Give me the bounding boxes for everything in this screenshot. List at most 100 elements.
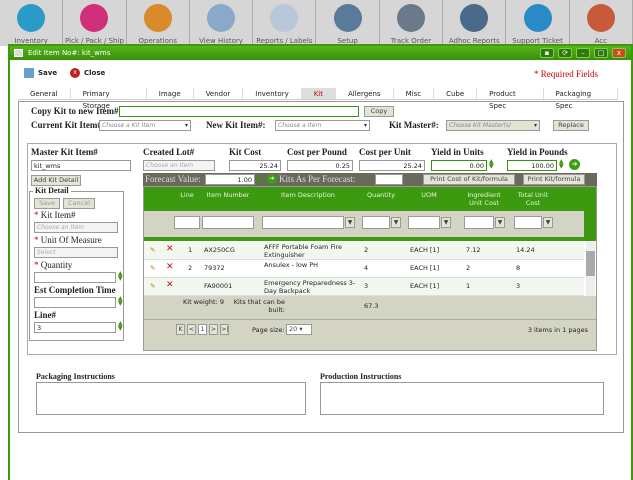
kits-forecast-input[interactable] [375,174,403,185]
new-kit-select[interactable]: Choose a Item ▾ [275,120,370,131]
nav-item[interactable]: Reports / Labels [253,0,317,46]
maximize-button[interactable]: □ [594,48,608,58]
nav-icon [17,4,46,32]
tab-general[interactable]: General [18,88,71,99]
table-row[interactable]: ✎ ✕ FA90001 Emergency Preparedness 3-Day Ba… [144,278,584,296]
print-cost-button[interactable]: Print Cost of Kit/formula [423,174,515,185]
close-window-button[interactable]: x [612,48,626,58]
est-completion-stepper[interactable]: ▲ ▼ [118,296,123,307]
add-kit-detail-button[interactable]: Add Kit Detail [31,175,81,186]
col-header-uom[interactable]: UOM [406,191,452,199]
forecast-stepper[interactable]: ▲ ▼ [257,174,262,185]
cost-per-unit-input[interactable]: 25.24 [359,160,425,171]
nav-item[interactable]: Setup [316,0,380,46]
filter-icon[interactable]: ▼ [345,217,355,228]
col-header-quantity[interactable]: Quantity [360,191,402,199]
filter-icon[interactable]: ▼ [495,217,505,228]
filter-icon[interactable]: ▼ [391,217,401,228]
nav-item[interactable]: Operations [127,0,190,46]
uom-select[interactable]: Select [34,247,118,258]
filter-input-line[interactable] [174,216,200,229]
col-header-line[interactable]: Line [172,191,202,199]
tab-primary-storage[interactable]: Primary Storage [71,88,147,110]
window-titlebar[interactable]: Edit Item No#: kit_wms [10,46,631,60]
go-arrow-icon[interactable]: ➜ [569,159,580,170]
tab-cube[interactable]: Cube [434,88,478,99]
prev-page-button[interactable]: < [187,324,196,335]
kit-item-select[interactable]: Choose an Item [34,222,118,233]
yield-pounds-stepper[interactable]: ▲ ▼ [559,159,564,170]
packaging-textarea[interactable] [36,382,306,415]
tab-allergens[interactable]: Allergens [336,88,394,99]
next-page-button[interactable]: > [209,324,218,335]
filter-input-item-number[interactable] [202,216,254,229]
quantity-input[interactable] [34,272,116,283]
est-completion-input[interactable] [34,297,116,308]
tab-vendor[interactable]: Vendor [194,88,244,99]
nav-item[interactable]: Track Order [380,0,444,46]
copy-button[interactable]: Copy [364,106,394,117]
filter-input-quantity[interactable] [362,216,390,229]
current-page[interactable]: 1 [198,324,207,335]
cost-per-pound-input[interactable]: 0.25 [287,160,353,171]
edit-icon[interactable]: ✎ [150,282,155,290]
edit-icon[interactable]: ✎ [150,246,155,254]
quantity-stepper[interactable]: ▲ ▼ [118,271,123,282]
line-input[interactable]: 3 [34,322,116,333]
page-size-select[interactable]: 20 ▾ [286,324,312,335]
filter-icon[interactable]: ▼ [441,217,451,228]
master-kit-input[interactable]: kit_wms [31,160,131,171]
nav-item[interactable]: View History [190,0,254,46]
filter-input-total-cost[interactable] [514,216,542,229]
line-stepper[interactable]: ▲ ▼ [118,321,123,332]
close-button[interactable]: x Close [70,68,105,78]
table-row[interactable]: ✎ ✕ 2 79372 Ansulex - low PH 4 EACH [1] 2 8 [144,260,584,278]
nav-item[interactable]: Acc [570,0,633,46]
grid-scrollbar[interactable] [586,241,595,296]
table-row[interactable]: ✎ ✕ 1 AX250CG AFFF Portable Foam Fire Exting… [144,242,584,260]
col-header-item-number[interactable]: Item Number [200,191,256,199]
detail-save-button[interactable]: Save [34,198,60,209]
save-button[interactable]: Save [24,68,57,78]
tab-kit[interactable]: Kit [301,88,336,99]
first-page-button[interactable]: K [176,324,185,335]
edit-icon[interactable]: ✎ [150,264,155,272]
filter-input-ingredient-cost[interactable] [464,216,494,229]
last-page-button[interactable]: >| [220,324,229,335]
col-header-item-description[interactable]: Item Description [260,191,356,199]
delete-icon[interactable]: ✕ [166,262,174,272]
replace-button[interactable]: Replace [553,120,589,131]
filter-input-uom[interactable] [408,216,440,229]
detail-cancel-button[interactable]: Cancel [63,198,95,209]
tab-product-spec[interactable]: Product Spec [477,88,544,110]
current-kit-select[interactable]: Choose a Kit Item ▾ [99,120,191,131]
yield-pounds-input[interactable]: 100.00 [507,160,557,171]
kit-cost-input[interactable]: 25.24 [229,160,281,171]
nav-item[interactable]: Support Ticket [506,0,570,46]
tab-image[interactable]: Image [147,88,194,99]
nav-item[interactable]: Pick / Pack / Ship [63,0,127,46]
col-header-ingredient-cost[interactable]: Ingredient Unit Cost [462,191,506,207]
pin-icon[interactable]: ▪ [540,48,554,58]
go-arrow-icon[interactable]: ➜ [267,174,277,184]
tab-inventory[interactable]: Inventory [243,88,302,99]
filter-input-item-description[interactable] [262,216,344,229]
minimize-button[interactable]: – [576,48,590,58]
refresh-icon[interactable]: ⟳ [558,48,572,58]
col-header-total-cost[interactable]: Total Unit Cost [512,191,554,207]
tab-packaging-spec[interactable]: Packaging Spec [544,88,618,110]
yield-units-stepper[interactable]: ▲ ▼ [489,159,494,170]
nav-item[interactable]: Inventory [0,0,64,46]
tab-misc[interactable]: Misc [394,88,435,99]
production-textarea[interactable] [320,382,604,415]
yield-units-input[interactable]: 0.00 [431,160,487,171]
copy-input[interactable] [119,106,359,117]
kit-master-select[interactable]: Choose Kit Master(s) ▾ [446,120,540,131]
delete-icon[interactable]: ✕ [166,280,174,290]
delete-icon[interactable]: ✕ [166,244,174,254]
created-lot-select[interactable]: Choose an Item [143,160,215,171]
nav-item[interactable]: Adhoc Reports [443,0,507,46]
forecast-input[interactable]: 1.00 [205,174,255,185]
filter-icon[interactable]: ▼ [543,217,553,228]
print-kit-button[interactable]: Print Kit/formula [523,174,585,185]
